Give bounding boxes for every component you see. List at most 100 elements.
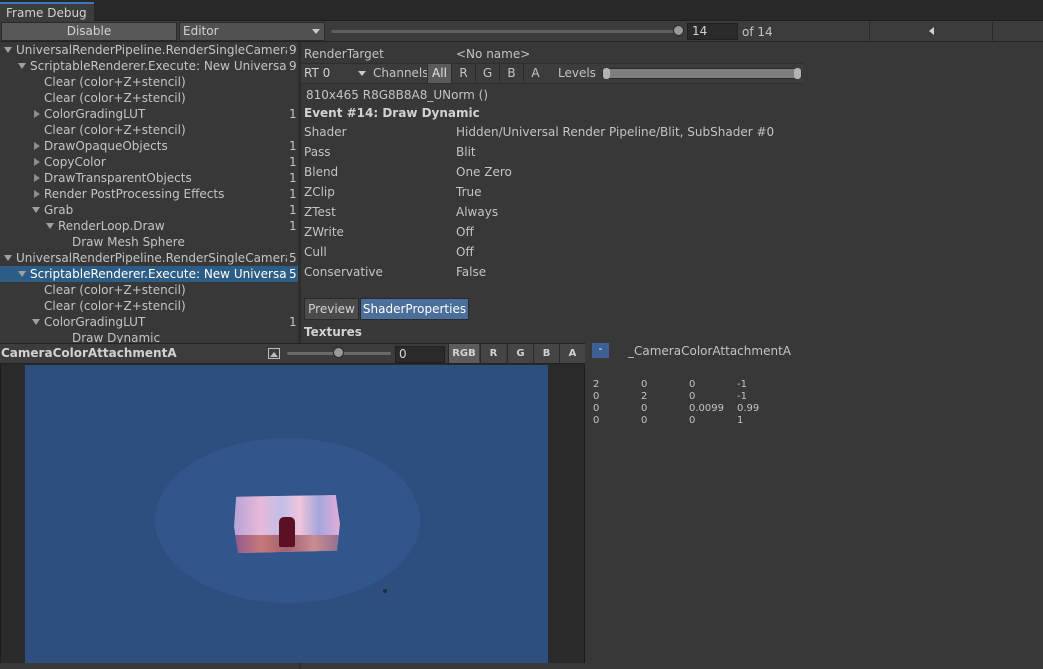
tree-row[interactable]: ScriptableRenderer.Execute: New Universa…: [0, 266, 298, 282]
property-value-ztest: Always: [456, 205, 499, 219]
tree-row-label: DrawTransparentObjects: [44, 171, 192, 185]
tree-row-count: 5: [289, 251, 297, 265]
tree-row[interactable]: DrawTransparentObjects 1: [0, 170, 298, 186]
tree-row[interactable]: Draw Mesh Sphere: [0, 234, 298, 250]
mip-level-input[interactable]: 0: [395, 346, 445, 363]
property-value-cull: Off: [456, 245, 474, 259]
tree-row-label: Clear (color+Z+stencil): [44, 91, 186, 105]
tree-row-label: Clear (color+Z+stencil): [44, 123, 186, 137]
tree-row[interactable]: Draw Dynamic: [0, 330, 298, 343]
matrix-cell: 0: [593, 391, 600, 402]
matrix-cell: -1: [737, 391, 747, 402]
matrix-cell: 0: [641, 403, 648, 414]
preview-g-button[interactable]: G: [507, 344, 533, 363]
tree-row-count: 1: [289, 171, 297, 185]
preview-rgb-button[interactable]: RGB: [448, 344, 479, 363]
tree-row[interactable]: UniversalRenderPipeline.RenderSingleCame…: [0, 42, 298, 58]
channel-g-button[interactable]: G: [475, 64, 499, 83]
matrix-cell: 0.0099: [689, 403, 724, 414]
texture-collapse-button[interactable]: -: [592, 343, 609, 358]
tree-row[interactable]: CopyColor 1: [0, 154, 298, 170]
collapsed-arrow-icon[interactable]: [34, 142, 40, 150]
tree-row[interactable]: DrawOpaqueObjects 1: [0, 138, 298, 154]
disable-button[interactable]: Disable: [1, 22, 177, 41]
tab-shader-properties[interactable]: ShaderProperties: [360, 298, 469, 320]
levels-range-slider[interactable]: [602, 68, 802, 79]
channel-a-button[interactable]: A: [523, 64, 547, 83]
expanded-arrow-icon[interactable]: [46, 223, 54, 229]
tree-row[interactable]: ColorGradingLUT 1: [0, 314, 298, 330]
property-value-shader: Hidden/Universal Render Pipeline/Blit, S…: [456, 125, 775, 139]
previous-event-button[interactable]: [869, 22, 993, 41]
tree-row[interactable]: ColorGradingLUT 1: [0, 106, 298, 122]
matrix-cell: 0: [641, 415, 648, 426]
tree-row-count: 1: [289, 315, 297, 329]
target-dropdown-label: Editor: [183, 24, 219, 38]
tree-row-label: ColorGradingLUT: [44, 315, 146, 329]
tree-row[interactable]: Clear (color+Z+stencil): [0, 90, 298, 106]
tree-row[interactable]: Clear (color+Z+stencil): [0, 282, 298, 298]
render-target-dropdown[interactable]: RT 0: [304, 65, 368, 82]
preview-a-button[interactable]: A: [559, 344, 585, 363]
expanded-arrow-icon[interactable]: [32, 319, 40, 325]
preview-b-button[interactable]: B: [533, 344, 559, 363]
property-label-blend: Blend: [304, 165, 339, 179]
collapsed-arrow-icon[interactable]: [34, 110, 40, 118]
tree-row-count: 9: [289, 59, 297, 73]
texture-format-text: 810x465 R8G8B8A8_UNorm (): [306, 88, 489, 102]
expanded-arrow-icon[interactable]: [18, 63, 26, 69]
tab-frame-debug[interactable]: Frame Debug: [0, 2, 94, 22]
event-index-input[interactable]: 14: [687, 23, 738, 40]
tree-row-label: Clear (color+Z+stencil): [44, 299, 186, 313]
levels-max-handle[interactable]: [794, 68, 801, 79]
render-target-preview-image: [25, 365, 548, 663]
preview-title: CameraColorAttachmentA: [1, 346, 177, 360]
expanded-arrow-icon[interactable]: [32, 207, 40, 213]
tree-row-label: Draw Mesh Sphere: [72, 235, 185, 249]
matrix-cell: -1: [737, 379, 747, 390]
tree-row[interactable]: Clear (color+Z+stencil): [0, 298, 298, 314]
tree-row-label: RenderLoop.Draw: [58, 219, 165, 233]
tree-row[interactable]: UniversalRenderPipeline.RenderSingleCame…: [0, 250, 298, 266]
tree-row-label: UniversalRenderPipeline.RenderSingleCame…: [16, 251, 287, 265]
tree-row[interactable]: Grab 1: [0, 202, 298, 218]
tree-row[interactable]: Clear (color+Z+stencil): [0, 74, 298, 90]
channel-all-button[interactable]: All: [427, 64, 451, 83]
property-value-zclip: True: [456, 185, 482, 199]
property-value-zwrite: Off: [456, 225, 474, 239]
levels-min-handle[interactable]: [603, 68, 610, 79]
image-icon[interactable]: [268, 348, 280, 359]
tree-row-count: 1: [289, 107, 297, 121]
channel-r-button[interactable]: R: [451, 64, 475, 83]
event-slider-track[interactable]: [331, 30, 681, 33]
property-value-conservative: False: [456, 265, 487, 279]
tab-preview[interactable]: Preview: [304, 298, 359, 320]
tree-row[interactable]: Render PostProcessing Effects 1: [0, 186, 298, 202]
tree-row-label: ScriptableRenderer.Execute: New Universa…: [30, 59, 287, 73]
tree-row[interactable]: RenderLoop.Draw 1: [0, 218, 298, 234]
tree-row[interactable]: ScriptableRenderer.Execute: New Universa…: [0, 58, 298, 74]
collapsed-arrow-icon[interactable]: [34, 174, 40, 182]
event-title: Event #14: Draw Dynamic: [304, 106, 480, 120]
expanded-arrow-icon[interactable]: [4, 255, 12, 261]
channel-b-button[interactable]: B: [499, 64, 523, 83]
textures-section-label: Textures: [304, 325, 362, 339]
tree-row-label: ColorGradingLUT: [44, 107, 146, 121]
expanded-arrow-icon[interactable]: [4, 47, 12, 53]
matrix-cell: 2: [641, 391, 648, 402]
preview-r-button[interactable]: R: [480, 344, 506, 363]
collapsed-arrow-icon[interactable]: [34, 158, 40, 166]
levels-label: Levels: [558, 66, 596, 80]
tree-row-label: Grab: [44, 203, 74, 217]
matrix-cell: 0.99: [737, 403, 760, 414]
tree-row[interactable]: Clear (color+Z+stencil): [0, 122, 298, 138]
expanded-arrow-icon[interactable]: [18, 271, 26, 277]
collapsed-arrow-icon[interactable]: [34, 190, 40, 198]
tree-row-count: 1: [289, 219, 297, 233]
event-slider-thumb[interactable]: [673, 25, 684, 36]
preview-bottom-edge: [0, 663, 299, 669]
target-dropdown[interactable]: Editor: [179, 22, 325, 41]
tree-row-label: ScriptableRenderer.Execute: New Universa…: [30, 267, 287, 281]
next-event-button[interactable]: [994, 22, 1042, 41]
mip-slider-thumb[interactable]: [333, 347, 344, 358]
